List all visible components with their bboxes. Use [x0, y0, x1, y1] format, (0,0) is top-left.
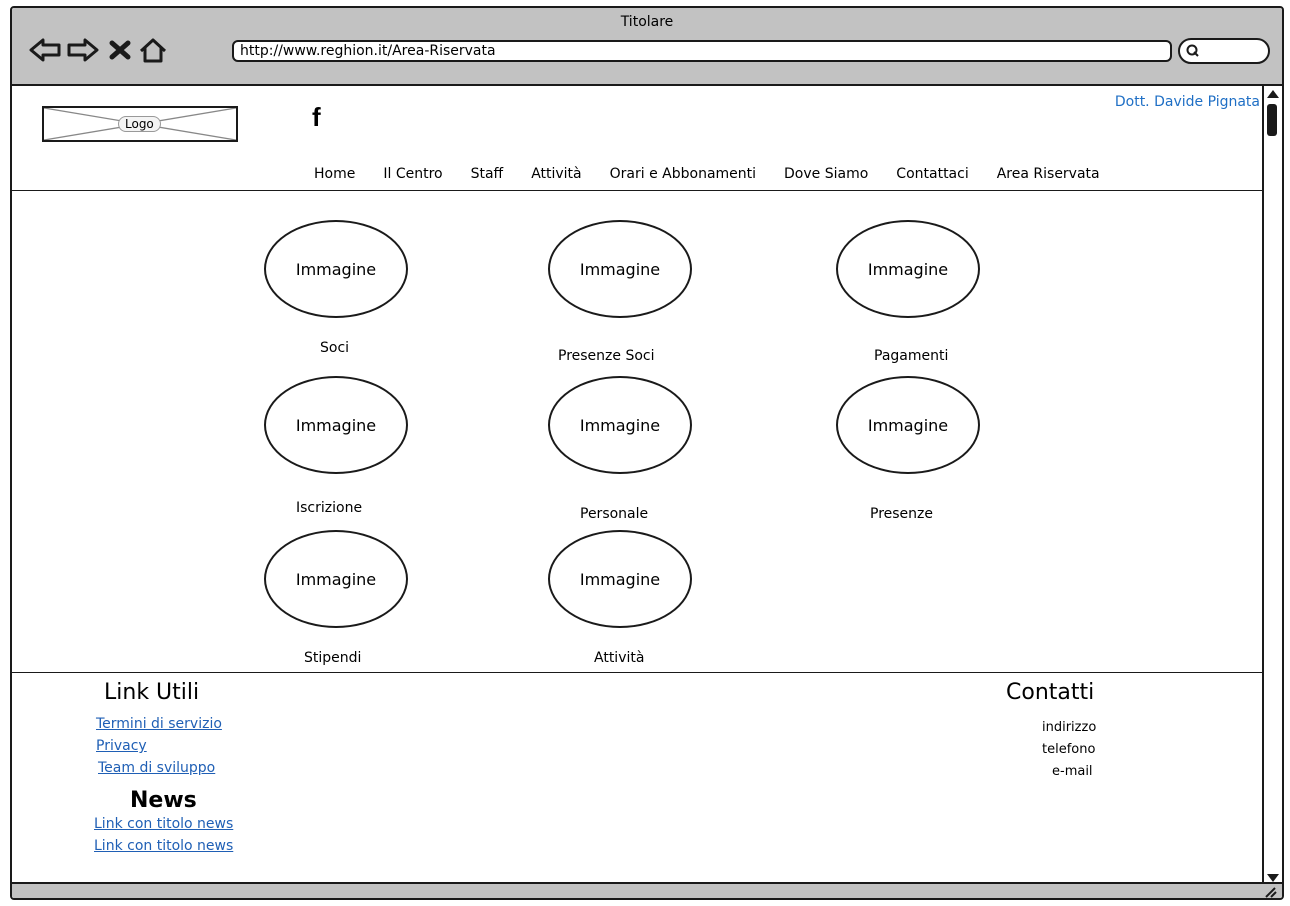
window-title: Titolare [620, 14, 674, 30]
search-input[interactable] [1178, 38, 1270, 64]
tile-personale[interactable]: Immagine [548, 376, 692, 474]
main-nav: Home Il Centro Staff Attività Orari e Ab… [314, 166, 1128, 182]
tile-attivita[interactable]: Immagine [548, 530, 692, 628]
facebook-icon[interactable]: f [312, 102, 321, 133]
vertical-scrollbar[interactable] [1262, 86, 1282, 886]
tile-label-personale: Personale [580, 506, 649, 522]
news-link[interactable]: Link con titolo news [94, 838, 233, 854]
search-icon [1186, 44, 1199, 57]
home-icon[interactable] [138, 36, 168, 64]
logo-placeholder: Logo [42, 106, 238, 142]
nav-staff[interactable]: Staff [471, 166, 504, 182]
url-input[interactable]: http://www.reghion.it/Area-Riservata [232, 40, 1172, 62]
tile-label-presenze-soci: Presenze Soci [558, 348, 655, 364]
nav-contattaci[interactable]: Contattaci [896, 166, 968, 182]
tile-iscrizione[interactable]: Immagine [264, 376, 408, 474]
browser-window: Titolare http://www.reghion.it/Area-Rise… [10, 6, 1284, 900]
contacts-heading: Contatti [1006, 680, 1095, 705]
forward-arrow-icon[interactable] [66, 36, 100, 64]
image-placeholder: Immagine [548, 376, 692, 474]
logo-label: Logo [118, 116, 161, 132]
nav-area-riservata[interactable]: Area Riservata [997, 166, 1100, 182]
image-placeholder: Immagine [548, 220, 692, 318]
nav-attivita[interactable]: Attività [531, 166, 581, 182]
header-divider [12, 190, 1264, 191]
link-termini[interactable]: Termini di servizio [96, 716, 222, 732]
tile-presenze-soci[interactable]: Immagine [548, 220, 692, 318]
link-privacy[interactable]: Privacy [96, 738, 147, 754]
close-icon[interactable] [106, 36, 134, 64]
tile-label-iscrizione: Iscrizione [296, 500, 363, 516]
status-bar [12, 882, 1282, 898]
browser-toolbar: Titolare http://www.reghion.it/Area-Rise… [12, 8, 1282, 86]
footer-divider [12, 672, 1264, 673]
image-placeholder: Immagine [264, 376, 408, 474]
tile-label-attivita: Attività [594, 650, 645, 666]
tile-stipendi[interactable]: Immagine [264, 530, 408, 628]
image-placeholder: Immagine [548, 530, 692, 628]
scroll-up-icon[interactable] [1264, 86, 1282, 102]
link-team[interactable]: Team di sviluppo [98, 760, 215, 776]
scroll-thumb[interactable] [1267, 104, 1277, 136]
nav-il-centro[interactable]: Il Centro [383, 166, 442, 182]
contact-phone: telefono [1042, 742, 1096, 757]
image-placeholder: Immagine [264, 220, 408, 318]
resize-grip-icon[interactable] [1262, 884, 1278, 898]
contact-address: indirizzo [1042, 720, 1097, 735]
back-arrow-icon[interactable] [28, 36, 62, 64]
news-heading: News [130, 788, 197, 813]
user-name-link[interactable]: Dott. Davide Pignata [1115, 94, 1260, 110]
contact-email: e-mail [1052, 764, 1093, 779]
links-heading: Link Utili [104, 680, 200, 705]
tile-pagamenti[interactable]: Immagine [836, 220, 980, 318]
tile-presenze[interactable]: Immagine [836, 376, 980, 474]
image-placeholder: Immagine [836, 220, 980, 318]
nav-dove-siamo[interactable]: Dove Siamo [784, 166, 868, 182]
nav-orari-abbonamenti[interactable]: Orari e Abbonamenti [610, 166, 756, 182]
page-content: Dott. Davide Pignata Logo f Home Il Cent… [12, 86, 1264, 886]
tile-soci[interactable]: Immagine [264, 220, 408, 318]
news-link[interactable]: Link con titolo news [94, 816, 233, 832]
tile-label-pagamenti: Pagamenti [874, 348, 949, 364]
tile-label-presenze: Presenze [870, 506, 933, 522]
tile-label-soci: Soci [320, 340, 350, 356]
image-placeholder: Immagine [264, 530, 408, 628]
image-placeholder: Immagine [836, 376, 980, 474]
tile-label-stipendi: Stipendi [304, 650, 362, 666]
nav-home[interactable]: Home [314, 166, 355, 182]
